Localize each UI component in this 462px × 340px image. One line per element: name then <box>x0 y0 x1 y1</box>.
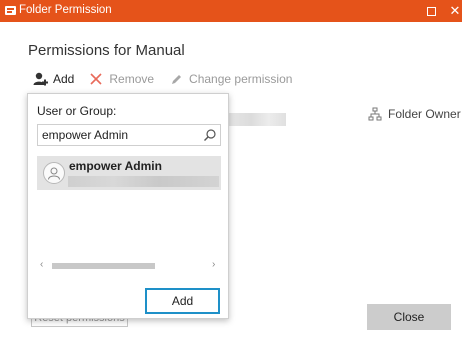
folder-owner-label: Folder Owner <box>388 107 461 121</box>
avatar-icon <box>43 162 65 184</box>
hierarchy-icon <box>368 107 382 121</box>
close-button[interactable]: Close <box>367 304 451 330</box>
remove-icon <box>88 71 104 87</box>
remove-button[interactable]: Remove <box>88 71 154 87</box>
remove-label: Remove <box>109 72 155 86</box>
popup-add-button[interactable]: Add <box>145 288 220 314</box>
maximize-button[interactable] <box>422 2 440 20</box>
add-label: Add <box>53 72 75 86</box>
close-window-button[interactable]: ✕ <box>446 2 462 20</box>
result-list-item[interactable]: empower Admin <box>37 156 221 190</box>
title-bar: Folder Permission ✕ <box>0 0 462 22</box>
result-name: empower Admin <box>69 159 162 173</box>
horizontal-scrollbar[interactable]: ‹ › <box>37 259 221 272</box>
folder-owner: Folder Owner <box>368 107 461 121</box>
user-search-input[interactable] <box>37 124 221 146</box>
app-icon <box>5 6 16 15</box>
pencil-icon <box>168 71 184 87</box>
scroll-left-icon[interactable]: ‹ <box>40 259 43 270</box>
scroll-right-icon[interactable]: › <box>212 259 215 270</box>
add-button[interactable]: Add <box>32 71 74 87</box>
add-user-icon <box>32 71 48 87</box>
redacted-text <box>68 176 219 187</box>
change-permission-label: Change permission <box>189 72 293 86</box>
add-user-popup: User or Group: empower Admin ‹ › Add <box>27 93 229 319</box>
scrollbar-thumb[interactable] <box>52 263 155 269</box>
toolbar: Add Remove Change permission <box>32 70 306 88</box>
change-permission-button[interactable]: Change permission <box>168 71 292 87</box>
page-title: Permissions for Manual <box>28 42 185 59</box>
redacted-text <box>228 113 286 126</box>
user-or-group-label: User or Group: <box>37 104 117 118</box>
square-icon <box>426 6 436 16</box>
search-icon[interactable] <box>203 128 217 142</box>
window-title: Folder Permission <box>19 4 112 16</box>
